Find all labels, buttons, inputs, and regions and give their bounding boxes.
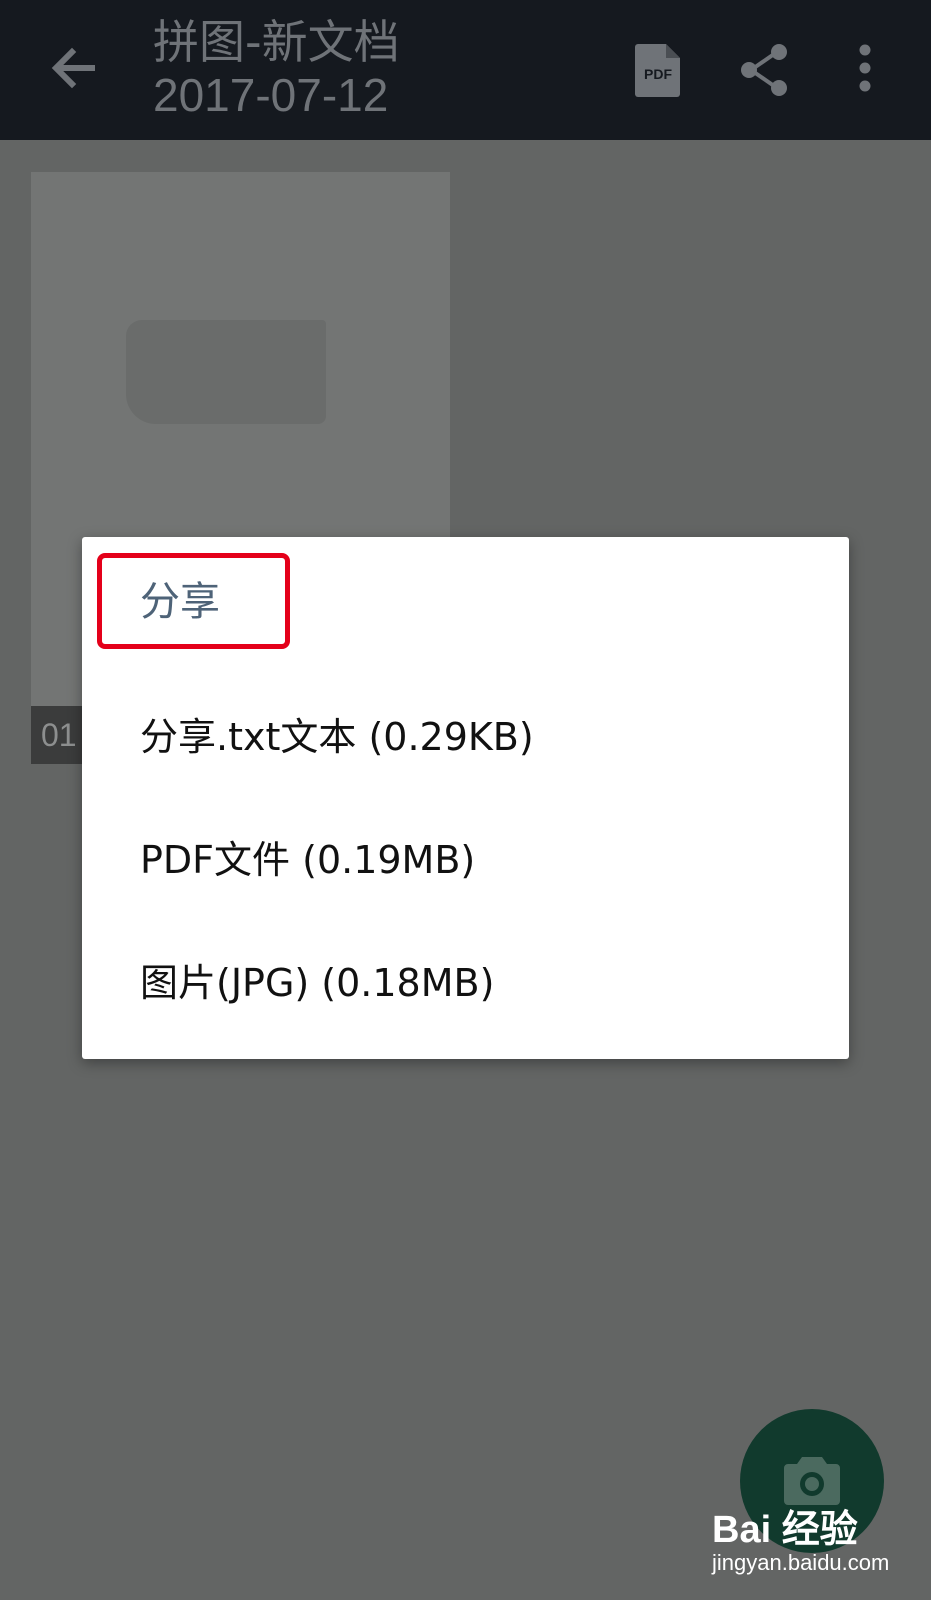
watermark-url: jingyan.baidu.com (712, 1550, 890, 1575)
pdf-icon-label: PDF (644, 66, 672, 82)
more-options-button[interactable] (845, 40, 885, 100)
back-button[interactable] (44, 38, 104, 98)
page-thumbnail-image (126, 320, 326, 424)
title-highlight-box (97, 553, 290, 649)
option-label: PDF文件 (0.19MB) (140, 838, 476, 882)
share-dialog: 分享 分享.txt文本 (0.29KB) PDF文件 (0.19MB) 图片(J… (82, 537, 849, 1059)
pdf-button[interactable]: PDF (630, 40, 686, 100)
baidu-watermark: Bai 经验 jingyan.baidu.com (712, 1510, 889, 1576)
more-vert-icon (859, 44, 871, 92)
share-jpg-option[interactable]: 图片(JPG) (0.18MB) (82, 933, 849, 1033)
share-icon (741, 44, 787, 96)
share-pdf-option[interactable]: PDF文件 (0.19MB) (82, 810, 849, 910)
arrow-back-icon (51, 47, 95, 89)
document-date: 2017-07-12 (153, 69, 389, 121)
share-button[interactable] (735, 40, 795, 100)
watermark-logo: Bai 经验 (712, 1509, 858, 1551)
share-txt-option[interactable]: 分享.txt文本 (0.29KB) (82, 687, 849, 787)
app-bar: 拼图-新文档 2017-07-12 PDF (0, 0, 931, 140)
document-title: 拼图-新文档 (153, 15, 400, 69)
camera-icon (784, 1457, 840, 1505)
title-block: 拼图-新文档 2017-07-12 (153, 14, 400, 120)
option-label: 分享.txt文本 (0.29KB) (140, 715, 534, 759)
option-label: 图片(JPG) (0.18MB) (140, 961, 495, 1005)
